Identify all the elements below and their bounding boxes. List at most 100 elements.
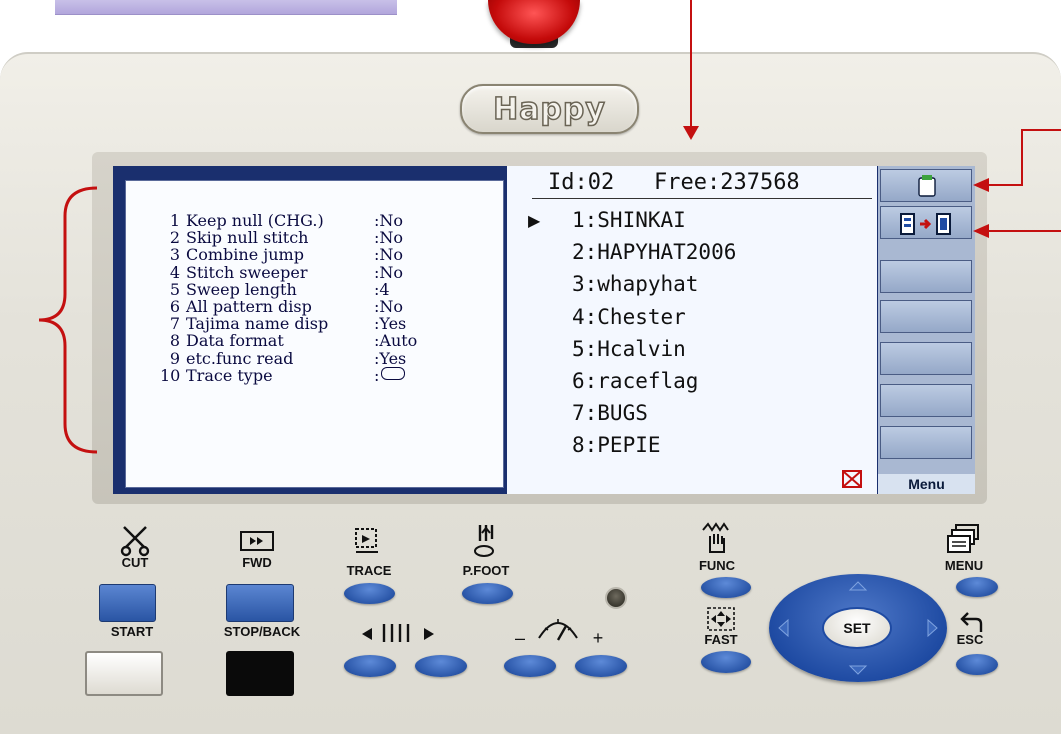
setting-row: 6 All pattern disp:No: [160, 298, 417, 315]
speed-gauge-icon: [538, 619, 578, 641]
transfer-icon: [900, 213, 951, 235]
setting-number: 1: [169, 211, 180, 230]
emergency-stop-button[interactable]: [488, 0, 580, 44]
stop-back-label: STOP/BACK: [223, 624, 301, 639]
setting-number: 2: [169, 228, 180, 248]
setting-value: :No: [374, 211, 404, 230]
setting-value: :No: [374, 296, 404, 316]
setting-label: Data format: [186, 331, 284, 351]
func-button[interactable]: [701, 577, 751, 598]
setting-number: 5: [169, 279, 180, 299]
setting-label: Trace type: [186, 365, 273, 385]
setting-number: 10: [160, 365, 181, 385]
setting-row: 7 Tajima name disp :Yes: [160, 315, 417, 332]
setting-row: 3 Combine jump:No: [160, 246, 417, 263]
setting-row: 1 Keep null (CHG.) :No: [160, 212, 417, 229]
setting-label: etc.func read: [186, 348, 294, 368]
esc-label: ESC: [956, 632, 984, 647]
esc-button[interactable]: [956, 654, 998, 675]
brand-logo: Happy: [460, 84, 639, 134]
setting-label: Tajima name disp: [186, 314, 329, 334]
fast-label: FAST: [704, 632, 738, 647]
pattern-item[interactable]: 5:Hcalvin: [572, 333, 736, 365]
top-strip: [55, 0, 397, 15]
setting-label: Keep null (CHG.): [186, 211, 324, 230]
softkey-3[interactable]: [880, 260, 972, 293]
no-card-icon: [842, 470, 862, 488]
set-button[interactable]: SET: [822, 607, 892, 649]
setting-row: 9 etc.func read:Yes: [160, 348, 417, 368]
menu-icon: [947, 524, 979, 553]
start-key[interactable]: [85, 651, 163, 696]
cut-label: CUT: [121, 555, 149, 570]
setting-value: :: [374, 365, 380, 385]
header-divider: [532, 198, 872, 199]
setting-number: 6: [169, 296, 180, 316]
escape-return-icon: [960, 612, 983, 632]
soft-key-column: Menu: [878, 166, 975, 494]
status-led: [605, 587, 627, 609]
setting-label: Sweep length: [186, 279, 297, 299]
annotation-arrow-line: [690, 0, 692, 128]
fast-button[interactable]: [701, 651, 751, 673]
memory-card-softkey[interactable]: [880, 169, 972, 202]
pattern-item[interactable]: 3:whapyhat: [572, 268, 736, 300]
list-header: Id:02 Free:237568: [548, 170, 800, 195]
setting-value: :No: [374, 245, 404, 265]
softkey-7[interactable]: [880, 426, 972, 459]
setting-number: 8: [169, 331, 180, 351]
function-hand-icon: [702, 522, 729, 553]
setting-value: :4: [374, 279, 390, 299]
needle-right-button[interactable]: [415, 655, 467, 677]
transfer-softkey[interactable]: [880, 206, 972, 239]
setting-number: 7: [169, 314, 180, 334]
brand-logo-text: Happy: [492, 91, 606, 128]
setting-row: 8 Data format :Auto: [160, 331, 418, 351]
stop-back-button[interactable]: [226, 584, 294, 622]
trace-icon: [355, 528, 378, 553]
annotation-arrow-head: [683, 126, 699, 140]
fast-forward-icon: [240, 531, 274, 551]
setting-label: Combine jump: [186, 245, 304, 265]
softkey-6[interactable]: [880, 384, 972, 417]
setting-value: :No: [374, 262, 404, 282]
stop-key[interactable]: [226, 651, 294, 696]
speed-plus-label: +: [592, 628, 604, 648]
pattern-item[interactable]: 1:SHINKAI: [572, 204, 736, 236]
free-memory: Free:237568: [653, 170, 800, 195]
setting-value: :Yes: [374, 314, 407, 334]
pfoot-button[interactable]: [462, 583, 513, 604]
scissors-icon: [120, 526, 150, 557]
setting-number: 4: [169, 262, 180, 282]
needle-left-button[interactable]: [344, 655, 396, 677]
start-label: START: [110, 624, 154, 639]
memory-id: Id:02: [548, 170, 615, 195]
pattern-item[interactable]: 8:PEPIE: [572, 429, 736, 461]
start-button[interactable]: [99, 584, 156, 622]
setting-label: Stitch sweeper: [186, 262, 308, 282]
setting-row: 10 Trace type:: [160, 365, 417, 385]
pattern-item[interactable]: 7:BUGS: [572, 397, 736, 429]
fwd-label: FWD: [242, 555, 272, 570]
speed-minus-label: –: [514, 628, 525, 648]
selection-pointer-icon: ▶: [528, 211, 541, 230]
settings-list: 1 Keep null (CHG.):No 2 Skip null stitch:No…: [160, 212, 417, 384]
memory-card-icon: [918, 175, 936, 197]
softkey-4[interactable]: [880, 300, 972, 333]
speed-down-button[interactable]: [504, 655, 556, 677]
pattern-list: 1:SHINKAI 2:HAPYHAT2006 3:whapyhat 4:Cheste…: [572, 204, 736, 462]
pattern-item[interactable]: 4:Chester: [572, 301, 736, 333]
menu-softkey-label[interactable]: Menu: [878, 474, 975, 494]
presser-foot-icon: [474, 525, 494, 557]
softkey-5[interactable]: [880, 342, 972, 375]
speed-up-button[interactable]: [575, 655, 627, 677]
trace-button[interactable]: [344, 583, 395, 604]
pattern-item[interactable]: 6:raceflag: [572, 365, 736, 397]
annotation-brace: [38, 186, 98, 454]
setting-number: 9: [169, 348, 180, 368]
setting-value: :Auto: [374, 331, 418, 351]
pattern-item[interactable]: 2:HAPYHAT2006: [572, 236, 736, 268]
trace-type-oval-icon: [381, 366, 406, 380]
setting-row: 4 Stitch sweeper :No: [160, 262, 417, 282]
menu-button[interactable]: [956, 577, 998, 597]
